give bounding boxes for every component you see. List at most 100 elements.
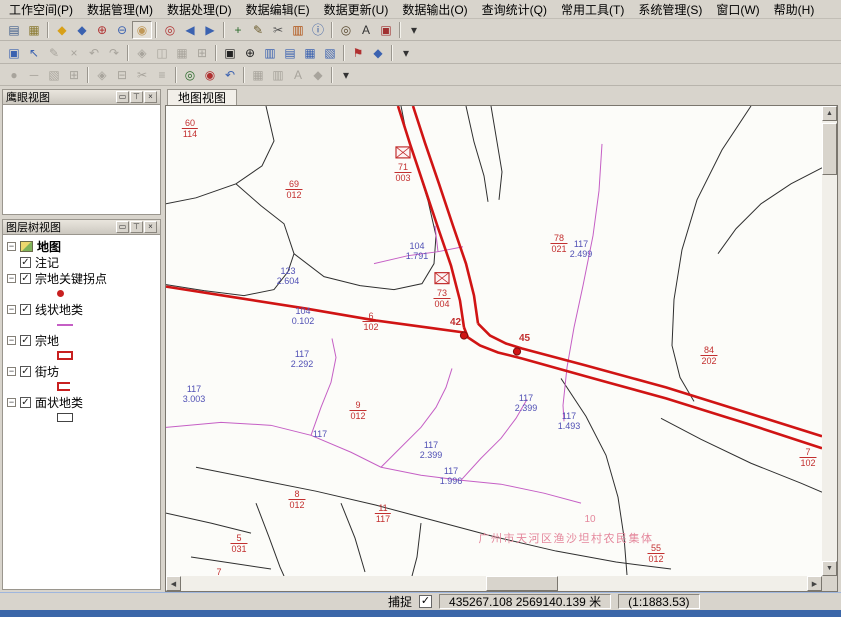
grid-display-button[interactable]: ▦	[300, 44, 320, 62]
layer-item-areal-land-class[interactable]: −✓面状地类	[7, 394, 160, 410]
panel-float-button[interactable]: ▭	[116, 221, 129, 233]
center-point-button[interactable]: +	[228, 21, 248, 39]
zoom-to-layer-button[interactable]: ⊕	[240, 44, 260, 62]
label-numerator: 69	[285, 179, 302, 189]
vertical-scroll-thumb[interactable]	[822, 123, 837, 175]
statistics-button[interactable]: ▥	[288, 21, 308, 39]
expander-icon[interactable]: −	[7, 305, 16, 314]
toolbar-edit: ●─▧⊞◈⊟✂≡◎◉↶▦▥A◆▾	[0, 65, 841, 86]
layer-checkbox-parcel[interactable]: ✓	[20, 335, 31, 346]
menu-data-update[interactable]: 数据更新(U)	[317, 0, 396, 20]
layer-item-block[interactable]: −✓街坊	[7, 363, 160, 379]
layer-checkbox-block[interactable]: ✓	[20, 366, 31, 377]
scroll-down-button[interactable]: ▼	[822, 561, 837, 576]
new-workspace-button[interactable]: ▤	[4, 21, 24, 39]
toolbar3-options-button[interactable]: ▾	[336, 66, 356, 84]
select-arrow-button[interactable]: ↖	[24, 44, 44, 62]
menu-common-tools[interactable]: 常用工具(T)	[554, 0, 631, 20]
layer-item-annotation[interactable]: −✓注记	[7, 254, 160, 270]
menu-window[interactable]: 窗口(W)	[709, 0, 766, 20]
topology-check-button[interactable]: ◉	[200, 66, 220, 84]
layer-item-linear-land-class[interactable]: −✓线状地类	[7, 301, 160, 317]
tab-map-view[interactable]: 地图视图	[167, 89, 237, 105]
toolbar2-options-button[interactable]: ▾	[396, 44, 416, 62]
layer-checkbox-parcel-key-points[interactable]: ✓	[20, 273, 31, 284]
label-code: 117	[313, 429, 327, 439]
zoom-in-button[interactable]: ⊕	[92, 21, 112, 39]
horizontal-scrollbar[interactable]: ◀ ▶	[166, 576, 822, 591]
open-map-button[interactable]: ▦	[24, 21, 44, 39]
menu-data-edit[interactable]: 数据编辑(E)	[239, 0, 317, 20]
label-numerator: 9	[349, 400, 366, 410]
layer-checkbox-annotation[interactable]: ✓	[20, 257, 31, 268]
vertical-scrollbar[interactable]: ▲ ▼	[822, 106, 837, 576]
layer-checkbox-linear-land-class[interactable]: ✓	[20, 304, 31, 315]
menu-help[interactable]: 帮助(H)	[767, 0, 822, 20]
map-label-pink: 10	[584, 514, 595, 525]
scroll-up-button[interactable]: ▲	[822, 106, 837, 121]
snap-checkbox[interactable]: ✓	[419, 595, 432, 608]
menu-system-manage[interactable]: 系统管理(S)	[631, 0, 709, 20]
scroll-right-button[interactable]: ▶	[807, 576, 822, 591]
symbol-library-button[interactable]: ▣	[376, 21, 396, 39]
label-numerator: 7	[210, 567, 227, 576]
full-extent-button[interactable]: ▣	[220, 44, 240, 62]
symbol-red-rect	[57, 351, 73, 360]
add-feature-blue-button[interactable]: ◆	[72, 21, 92, 39]
layer-order-button[interactable]: ▧	[320, 44, 340, 62]
menu-data-process[interactable]: 数据处理(D)	[160, 0, 239, 20]
move-feature-button: ◈	[132, 44, 152, 62]
zoom-out-button[interactable]: ⊖	[112, 21, 132, 39]
expander-icon[interactable]: −	[7, 367, 16, 376]
locate-button[interactable]: ◎	[160, 21, 180, 39]
map-label-blue: 1172.499	[570, 239, 593, 259]
clip-button[interactable]: ✂	[268, 21, 288, 39]
menu-workspace[interactable]: 工作空间(P)	[2, 0, 80, 20]
panel-close-button[interactable]: ×	[144, 221, 157, 233]
layer-tree-root[interactable]: − 地图	[7, 238, 160, 254]
map-scale-button[interactable]: ▤	[280, 44, 300, 62]
undo-edit-button[interactable]: ↶	[220, 66, 240, 84]
layer-visible-button[interactable]: ▥	[260, 44, 280, 62]
select-rect-button[interactable]: ▣	[4, 44, 24, 62]
feature-info-button[interactable]: ⓘ	[308, 21, 328, 39]
layer-tree-body: − 地图−✓注记−✓宗地关键拐点 −✓线状地类 −✓宗地 −✓街坊 −✓面状地类	[3, 235, 160, 589]
mark-flag-button[interactable]: ⚑	[348, 44, 368, 62]
bookmark-button[interactable]: ◆	[368, 44, 388, 62]
layer-item-parcel[interactable]: −✓宗地	[7, 332, 160, 348]
panel-pin-button[interactable]: ⊤	[130, 221, 143, 233]
expander-icon[interactable]: −	[7, 398, 16, 407]
pan-button[interactable]: ◉	[132, 21, 152, 39]
expander-icon[interactable]: −	[7, 336, 16, 345]
expander-icon[interactable]: −	[7, 274, 16, 283]
expander-icon[interactable]: −	[7, 242, 16, 251]
eagle-eye-view[interactable]	[3, 105, 160, 214]
measure-button[interactable]: ✎	[248, 21, 268, 39]
previous-view-button[interactable]: ◀	[180, 21, 200, 39]
panel-close-button[interactable]: ×	[144, 91, 157, 103]
merge-line-button: ≡	[152, 66, 172, 84]
add-feature-yellow-button[interactable]: ◆	[52, 21, 72, 39]
panel-pin-button[interactable]: ⊤	[130, 91, 143, 103]
layer-tree-panel: 图层树视图 ▭⊤× −地图−✓注记−✓宗地关键拐点−✓线状地类−✓宗地−✓街坊−…	[2, 219, 161, 590]
menu-query-stats[interactable]: 查询统计(Q)	[475, 0, 554, 20]
label-numerator: 7	[799, 447, 816, 457]
menu-data-manage[interactable]: 数据管理(M)	[80, 0, 160, 20]
map-label-red: 73004	[433, 288, 450, 309]
toolbar-options-button[interactable]: ▾	[404, 21, 424, 39]
find-button[interactable]: ◎	[336, 21, 356, 39]
horizontal-scroll-thumb[interactable]	[486, 576, 558, 591]
layer-checkbox-areal-land-class[interactable]: ✓	[20, 397, 31, 408]
text-label-button[interactable]: A	[356, 21, 376, 39]
point-label-45: 45	[519, 333, 530, 344]
map-canvas[interactable]: 6011469012710037802173004610284202901271…	[166, 106, 822, 576]
next-view-button[interactable]: ▶	[200, 21, 220, 39]
panel-float-button[interactable]: ▭	[116, 91, 129, 103]
layer-item-parcel-key-points[interactable]: −✓宗地关键拐点	[7, 270, 160, 286]
snap-settings-button[interactable]: ◎	[180, 66, 200, 84]
menu-data-output[interactable]: 数据输出(O)	[395, 0, 474, 20]
edit-attribute-button: ✎	[44, 44, 64, 62]
map-icon	[20, 241, 33, 252]
layer-tree-root-label: 地图	[37, 238, 61, 255]
scroll-left-button[interactable]: ◀	[166, 576, 181, 591]
